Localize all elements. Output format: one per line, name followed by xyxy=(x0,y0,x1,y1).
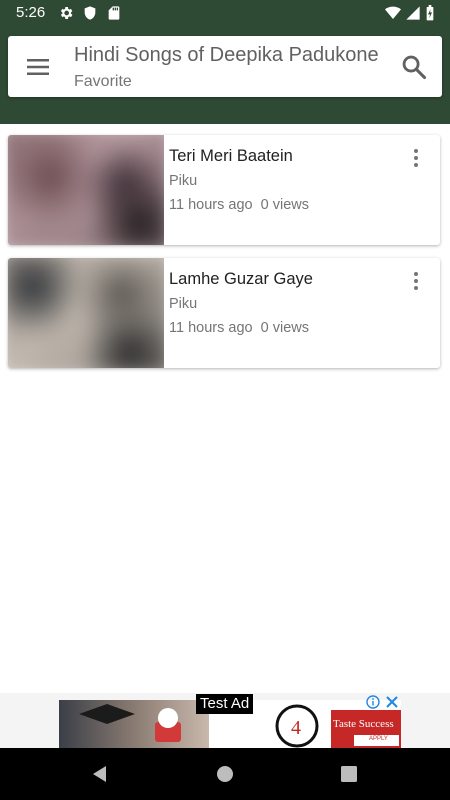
video-item[interactable]: Lamhe Guzar Gaye Piku 11 hours ago 0 vie… xyxy=(8,258,440,368)
video-views: 0 views xyxy=(260,320,309,336)
more-options-icon[interactable] xyxy=(408,270,424,292)
close-icon[interactable] xyxy=(385,695,399,709)
search-icon[interactable] xyxy=(400,53,428,81)
wifi-icon xyxy=(385,6,401,20)
gear-icon xyxy=(60,7,73,19)
screen: 5:26 Hindi Songs of Deepika Padukone Fav… xyxy=(0,0,450,800)
back-icon[interactable] xyxy=(88,762,112,786)
video-item[interactable]: Teri Meri Baatein Piku 11 hours ago 0 vi… xyxy=(8,135,440,245)
title-card: Hindi Songs of Deepika Padukone Favorite xyxy=(8,36,442,97)
signal-icon xyxy=(406,6,420,20)
video-channel: Piku xyxy=(169,296,198,312)
navigation-bar xyxy=(0,748,450,800)
video-views: 0 views xyxy=(260,197,309,213)
battery-icon xyxy=(426,5,434,21)
video-thumbnail xyxy=(8,135,164,245)
video-meta: 11 hours ago 0 views xyxy=(169,197,309,213)
status-time: 5:26 xyxy=(16,4,46,21)
video-title: Teri Meri Baatein xyxy=(169,147,293,165)
ad-cta: APPLY xyxy=(369,736,388,742)
video-time-ago: 11 hours ago xyxy=(169,197,253,213)
video-meta: 11 hours ago 0 views xyxy=(169,320,309,336)
ad-label: Test Ad xyxy=(196,694,254,714)
app-title: Hindi Songs of Deepika Padukone xyxy=(74,44,379,66)
video-thumbnail xyxy=(8,258,164,368)
info-icon[interactable] xyxy=(366,695,380,709)
shield-icon xyxy=(84,6,96,20)
more-options-icon[interactable] xyxy=(408,147,424,169)
video-title: Lamhe Guzar Gaye xyxy=(169,270,313,288)
menu-icon[interactable] xyxy=(22,53,54,81)
recents-icon[interactable] xyxy=(337,762,361,786)
status-bar: 5:26 xyxy=(0,0,450,26)
svg-text:4: 4 xyxy=(291,717,301,739)
video-time-ago: 11 hours ago xyxy=(169,320,253,336)
app-subtitle: Favorite xyxy=(74,73,132,90)
ad-brand-text: Taste Success xyxy=(333,718,394,730)
sd-card-icon xyxy=(108,6,120,20)
video-channel: Piku xyxy=(169,173,198,189)
home-icon[interactable] xyxy=(213,762,237,786)
